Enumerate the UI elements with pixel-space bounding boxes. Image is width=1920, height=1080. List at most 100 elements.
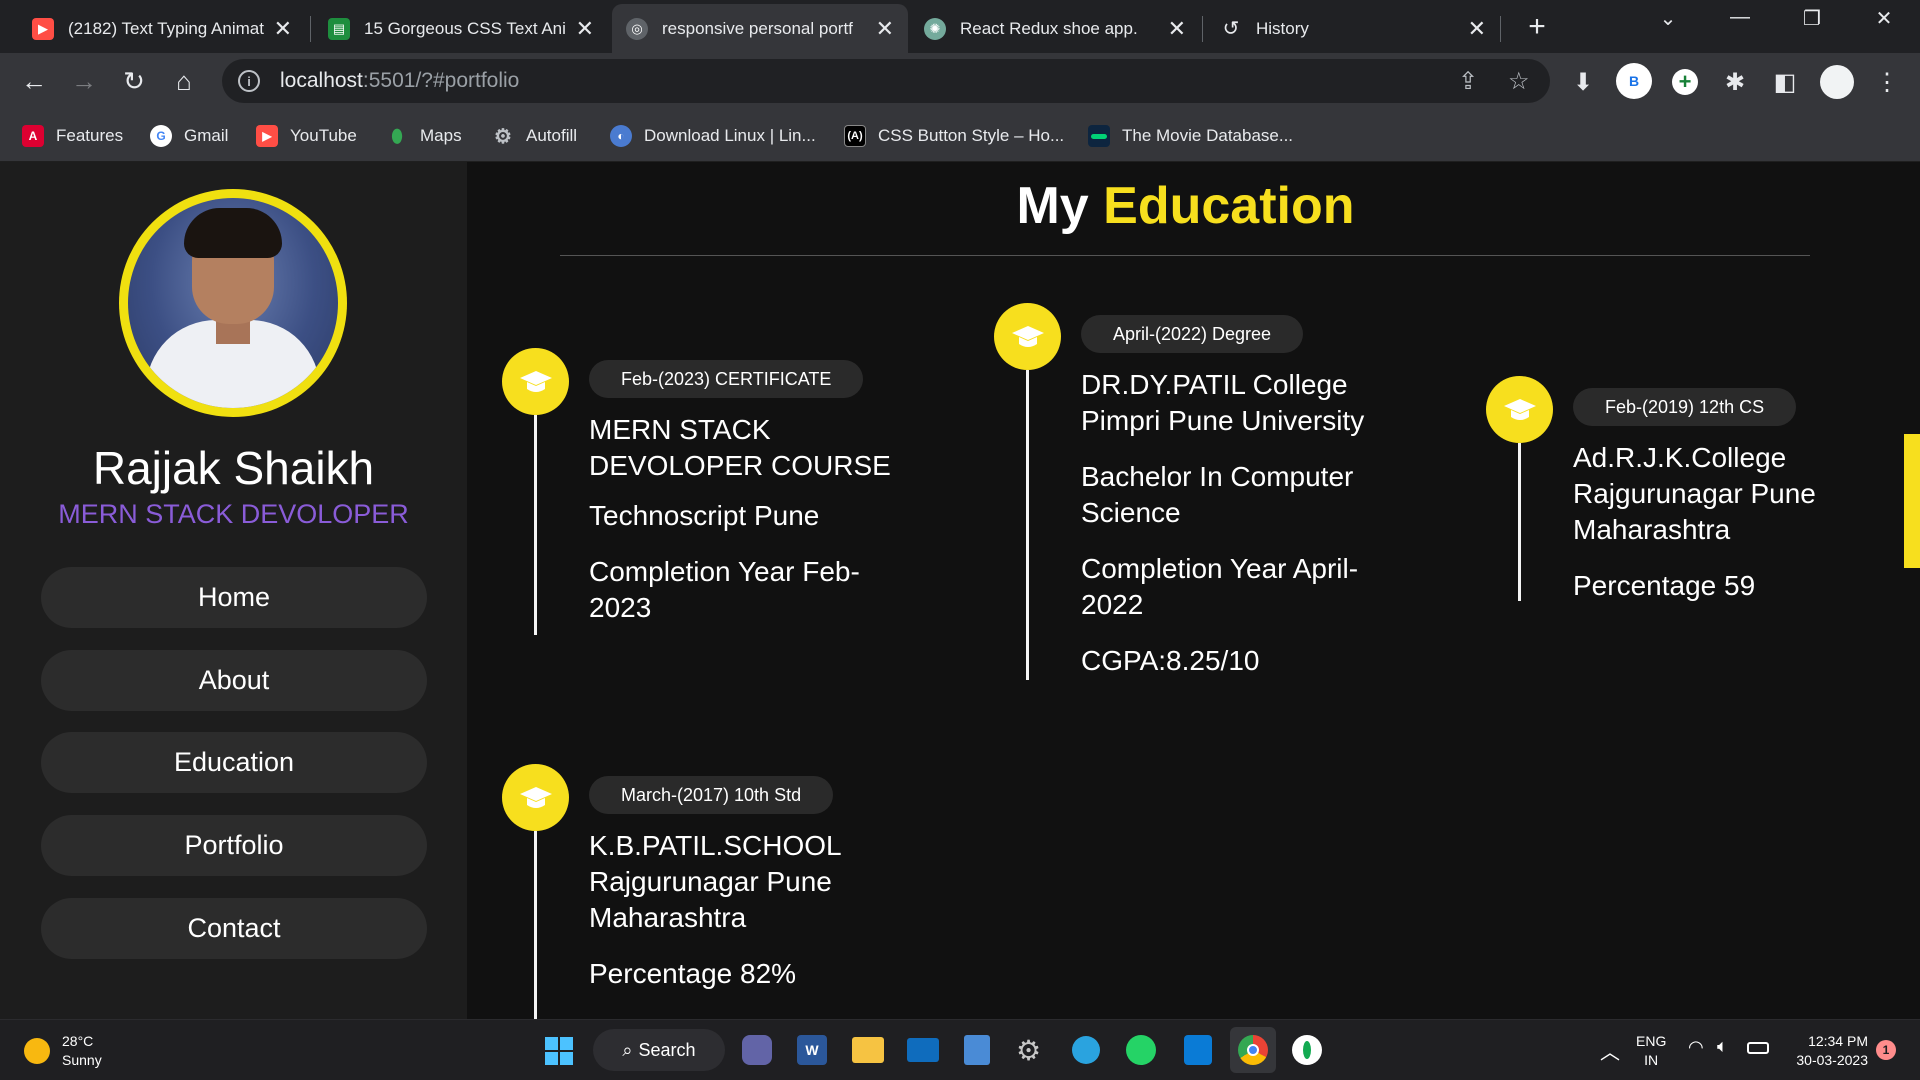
reload-icon[interactable]: ↻: [116, 63, 152, 99]
taskbar-search[interactable]: ⌕ Search: [593, 1029, 725, 1071]
extensions-puzzle-icon[interactable]: ✱: [1718, 65, 1752, 99]
side-panel-icon[interactable]: ◧: [1768, 65, 1802, 99]
home-icon[interactable]: ⌂: [166, 63, 202, 99]
portfolio-page: Rajjak Shaikh MERN STACK DEVOLOPER Home …: [0, 162, 1920, 1019]
mongodb-compass-icon[interactable]: [1292, 1035, 1322, 1065]
tab-search-icon[interactable]: ⌄: [1648, 6, 1688, 31]
tmdb-icon: [1088, 125, 1110, 147]
bookmark-autofill[interactable]: ⚙ Autofill: [492, 121, 577, 151]
bookmark-css-button[interactable]: (A) CSS Button Style – Ho...: [844, 121, 1064, 151]
sun-icon: [24, 1038, 50, 1064]
battery-icon[interactable]: [1747, 1042, 1769, 1054]
mail-icon[interactable]: [907, 1038, 939, 1062]
profile-avatar-icon[interactable]: [1820, 65, 1854, 99]
language-indicator[interactable]: ENG IN: [1636, 1032, 1666, 1070]
tab-react-redux[interactable]: ✺ React Redux shoe app. ✕: [910, 4, 1200, 53]
tab-history[interactable]: ↺ History ✕: [1206, 4, 1500, 53]
bookmark-maps[interactable]: ⬮ Maps: [386, 121, 461, 151]
title-highlight: Education: [1103, 177, 1355, 235]
share-icon[interactable]: ⇪: [1458, 67, 1478, 96]
google-icon: G: [150, 125, 172, 147]
new-tab-button[interactable]: +: [1518, 8, 1556, 46]
close-icon[interactable]: ✕: [274, 16, 292, 42]
windows-start-icon[interactable]: [545, 1037, 573, 1065]
profile-role: MERN STACK DEVOLOPER: [58, 499, 409, 529]
settings-icon[interactable]: ⚙: [1016, 1034, 1041, 1067]
url-host: localhost: [280, 69, 363, 92]
tab-css-text[interactable]: ▤ 15 Gorgeous CSS Text Ani ✕: [314, 4, 608, 53]
lang-bottom: IN: [1644, 1052, 1659, 1068]
clock-time: 12:34 PM: [1808, 1033, 1868, 1049]
teams-chat-icon[interactable]: [742, 1035, 772, 1065]
close-icon[interactable]: ✕: [876, 16, 894, 42]
extension-b-icon[interactable]: B: [1616, 63, 1652, 99]
back-icon[interactable]: ←: [16, 63, 52, 99]
notification-badge[interactable]: 1: [1876, 1040, 1896, 1060]
history-icon: ↺: [1222, 18, 1240, 40]
word-icon[interactable]: W: [797, 1035, 827, 1065]
notepad-icon[interactable]: [964, 1035, 990, 1065]
bookmark-label: Download Linux | Lin...: [644, 126, 816, 145]
bookmark-tmdb[interactable]: The Movie Database...: [1088, 121, 1293, 151]
profile-photo: [119, 189, 347, 417]
education-date-badge: Feb-(2019) 12th CS: [1573, 388, 1797, 426]
bookmark-label: Gmail: [184, 126, 229, 145]
vscode-icon[interactable]: [1184, 1035, 1212, 1065]
extension-plus-icon[interactable]: +: [1672, 69, 1698, 95]
lang-top: ENG: [1636, 1033, 1667, 1049]
menu-kebab-icon[interactable]: ⋮: [1870, 65, 1904, 99]
whatsapp-icon[interactable]: [1126, 1035, 1156, 1065]
bookmark-download-linux[interactable]: ◐ Download Linux | Lin...: [610, 121, 816, 151]
bookmarks-bar: A Features G Gmail ▶ YouTube ⬮ Maps ⚙ Autofil…: [0, 110, 1920, 162]
address-bar[interactable]: i localhost:5501/?#portfolio ⇪ ☆: [222, 59, 1550, 103]
volume-icon[interactable]: 🔈︎: [1717, 1036, 1728, 1057]
education-percentage: Percentage 59: [1573, 570, 1756, 601]
scrollbar-thumb[interactable]: [1904, 434, 1920, 568]
chrome-icon[interactable]: [1230, 1027, 1276, 1073]
bookmark-star-icon[interactable]: ☆: [1508, 67, 1530, 96]
download-icon[interactable]: ⬇: [1566, 65, 1600, 99]
browser-toolbar: ← → ↻ ⌂ i localhost:5501/?#portfolio ⇪ ☆…: [0, 53, 1920, 110]
telegram-icon[interactable]: [1072, 1036, 1100, 1064]
bookmark-label: Autofill: [526, 126, 578, 145]
site-info-icon[interactable]: i: [238, 70, 260, 92]
nav-home[interactable]: Home: [41, 567, 427, 628]
clock[interactable]: 12:34 PM 30-03-2023: [1780, 1032, 1868, 1070]
close-icon[interactable]: ✕: [1468, 16, 1486, 42]
title-divider: [560, 255, 1810, 256]
nav-education[interactable]: Education: [41, 732, 427, 793]
url-path: :5501/?#portfolio: [362, 69, 520, 92]
tab-portfolio[interactable]: ◎ responsive personal portf ✕: [612, 4, 908, 53]
bookmark-label: CSS Button Style – Ho...: [878, 126, 1065, 145]
minimize-icon[interactable]: —: [1720, 6, 1760, 29]
bookmark-features[interactable]: A Features: [22, 121, 123, 151]
bookmark-youtube[interactable]: ▶ YouTube: [256, 121, 357, 151]
nav-portfolio[interactable]: Portfolio: [41, 815, 427, 876]
tab-title: React Redux shoe app.: [960, 18, 1138, 38]
weather-widget[interactable]: 28°C Sunny: [24, 1032, 102, 1070]
close-icon[interactable]: ✕: [576, 16, 594, 42]
bookmark-gmail[interactable]: G Gmail: [150, 121, 228, 151]
chevron-up-icon[interactable]: ︿: [1600, 1036, 1620, 1065]
chatgpt-icon: ✺: [924, 17, 946, 40]
nav-contact[interactable]: Contact: [41, 898, 427, 959]
search-label: Search: [638, 1039, 696, 1060]
maps-icon: ⬮: [391, 125, 403, 146]
education-title: DR.DY.PATIL College Pimpri Pune Universi…: [1081, 369, 1365, 436]
close-icon[interactable]: ✕: [1168, 16, 1186, 42]
extension-b-label: B: [1628, 73, 1640, 89]
restore-icon[interactable]: ❐: [1792, 6, 1832, 31]
tab-title: 15 Gorgeous CSS Text Ani: [364, 18, 566, 38]
education-section: My Education Feb-(2023) CERTIFICATE MERN…: [467, 162, 1920, 1019]
wifi-icon[interactable]: ◠: [1688, 1037, 1704, 1058]
file-explorer-icon[interactable]: [852, 1037, 884, 1063]
education-title: MERN STACK DEVOLOPER COURSE: [589, 414, 891, 481]
window-close-icon[interactable]: ✕: [1864, 6, 1904, 31]
browser-tab-strip: ▶ (2182) Text Typing Animat ✕ ▤ 15 Gorge…: [0, 0, 1920, 53]
forward-icon[interactable]: →: [66, 63, 102, 99]
tab-youtube[interactable]: ▶ (2182) Text Typing Animat ✕: [18, 4, 306, 53]
taskbar: 28°C Sunny ⌕ Search W ⚙ ︿ ENG IN ◠ 🔈︎ 12:…: [0, 1019, 1920, 1080]
sheet-icon: ▤: [328, 17, 350, 40]
nav-about[interactable]: About: [41, 650, 427, 711]
tab-title: History: [1256, 18, 1309, 38]
